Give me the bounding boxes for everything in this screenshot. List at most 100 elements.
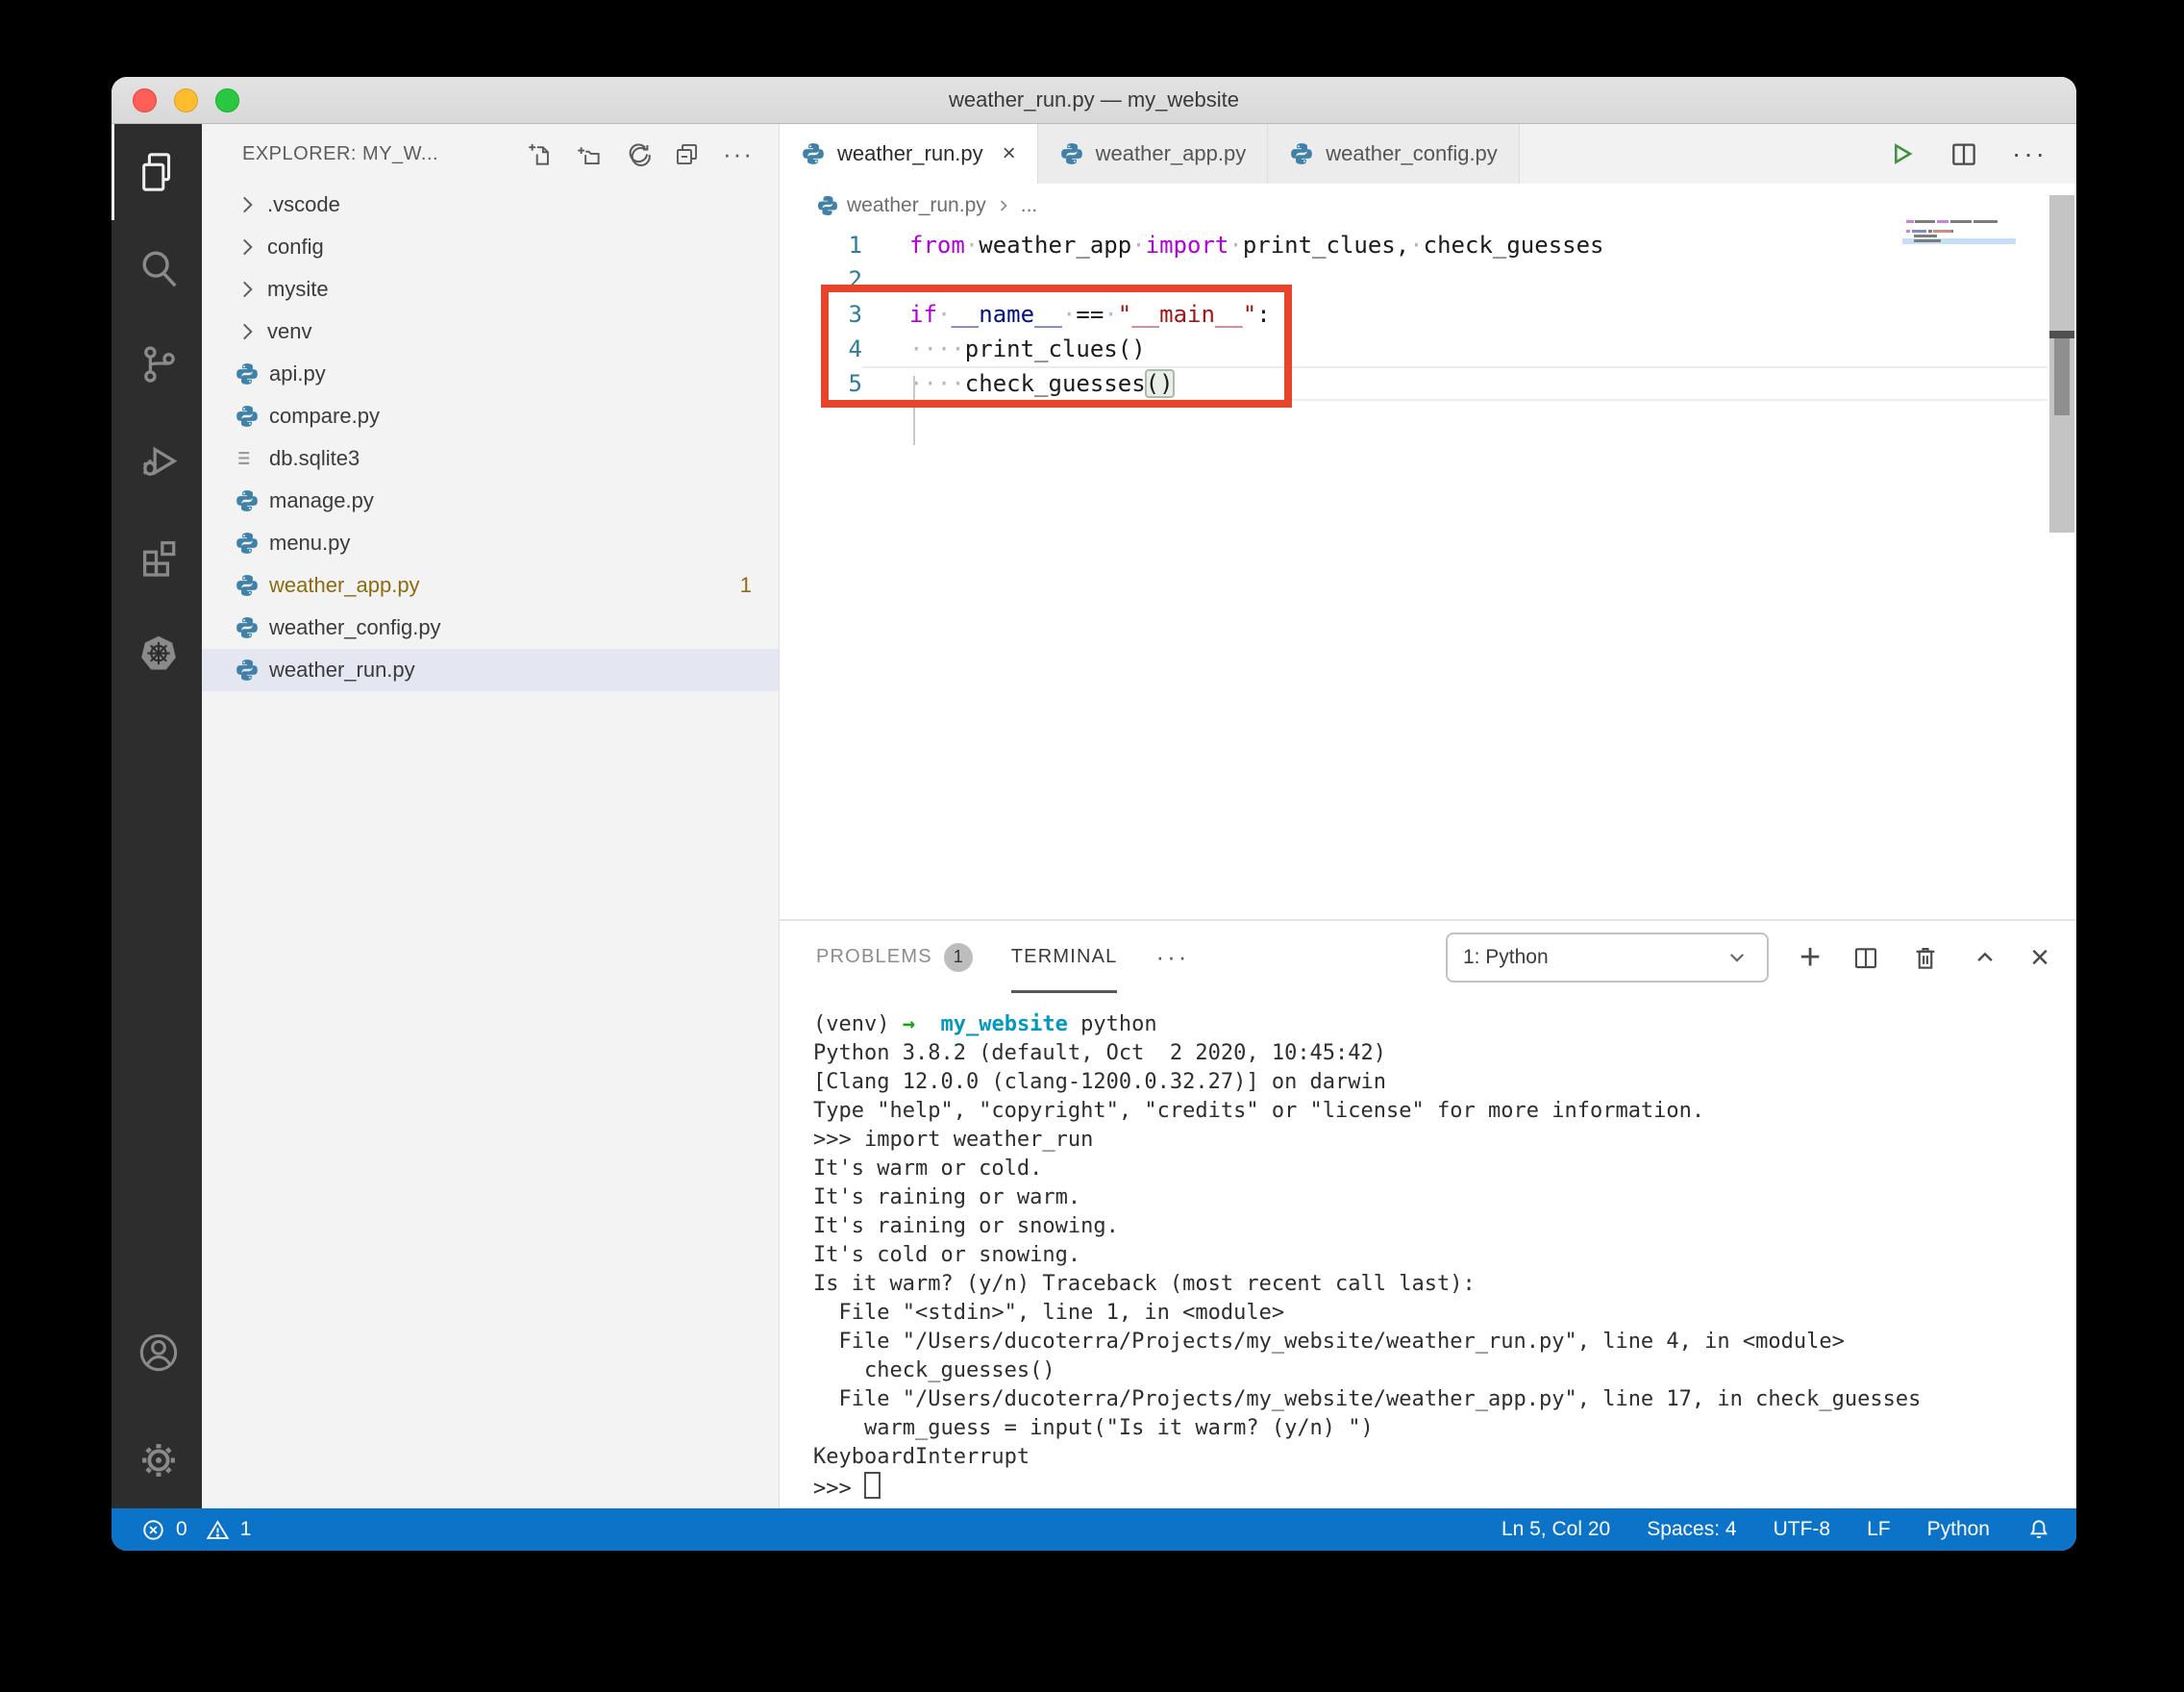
encoding[interactable]: UTF-8	[1774, 1518, 1831, 1541]
terminal-line: KeyboardInterrupt	[813, 1445, 1030, 1469]
terminal-line: It's raining or warm.	[813, 1185, 1081, 1209]
terminal-line: File "/Users/ducoterra/Projects/my_websi…	[813, 1330, 1845, 1354]
minimap-line	[1906, 220, 1998, 223]
new-terminal-icon[interactable]: +	[1799, 939, 1821, 976]
editor-more-icon[interactable]: ···	[2012, 138, 2048, 169]
close-panel-icon[interactable]: ×	[2030, 941, 2049, 974]
editor-pane: weather_run.py ... 1 from·weather_app·imp…	[780, 184, 2076, 919]
search-icon[interactable]	[112, 220, 202, 316]
tree-item-weather_config.py[interactable]: weather_config.py	[202, 607, 779, 649]
explorer-header: EXPLORER: MY_W... ···	[202, 124, 779, 184]
tree-item-label: .vscode	[267, 192, 340, 216]
tab-label: weather_config.py	[1326, 141, 1498, 165]
extensions-icon[interactable]	[112, 509, 202, 605]
tree-item-label: config	[267, 235, 324, 259]
tab-bar: weather_run.py × weather_app.py weather_c…	[780, 124, 2076, 184]
source-control-icon[interactable]	[112, 316, 202, 412]
terminal-cursor	[863, 1472, 881, 1499]
language-mode[interactable]: Python	[1927, 1518, 1990, 1541]
desktop-background: weather_run.py — my_website EXPLORER: MY…	[0, 0, 2184, 1692]
tab-weather_app.py[interactable]: weather_app.py	[1037, 124, 1269, 184]
status-bar: 0 1 Ln 5, Col 20 Spaces: 4 UTF-8 LF Pyth…	[112, 1508, 2076, 1551]
python-file-icon	[236, 575, 258, 596]
panel-more-icon[interactable]: ···	[1155, 942, 1189, 972]
tree-item-mysite[interactable]: mysite	[202, 268, 779, 311]
tree-item-label: compare.py	[269, 404, 380, 428]
problems-status[interactable]: 0 1	[140, 1517, 251, 1543]
tree-item-api.py[interactable]: api.py	[202, 353, 779, 395]
breadcrumb-file[interactable]: weather_run.py	[847, 194, 986, 217]
editor-scrollbar[interactable]	[2049, 195, 2074, 533]
tree-item-.vscode[interactable]: .vscode	[202, 184, 779, 226]
panel-header: PROBLEMS 1 TERMINAL ··· 1: Python + ×	[780, 921, 2076, 993]
minimize-window-button[interactable]	[174, 87, 198, 112]
tab-weather_run.py[interactable]: weather_run.py ×	[780, 124, 1038, 184]
kubernetes-icon[interactable]	[112, 605, 202, 701]
bottom-panel: PROBLEMS 1 TERMINAL ··· 1: Python + × (v…	[780, 919, 2076, 1508]
scrollbar-thumb[interactable]	[2054, 338, 2070, 415]
tree-item-label: menu.py	[269, 531, 351, 555]
new-folder-icon[interactable]	[576, 141, 602, 167]
run-python-file-icon[interactable]	[1885, 138, 1916, 169]
maximize-panel-icon[interactable]	[1971, 943, 1999, 972]
window-title: weather_run.py — my_website	[948, 87, 1240, 112]
terminal-output[interactable]: (venv) → my_website python Python 3.8.2 (…	[780, 993, 2076, 1508]
terminal-line: check_guesses()	[813, 1358, 1055, 1382]
account-icon[interactable]	[112, 1305, 202, 1401]
tab-terminal[interactable]: TERMINAL	[1010, 921, 1118, 993]
terminal-select[interactable]: 1: Python	[1445, 932, 1769, 983]
explorer-title: EXPLORER: MY_W...	[242, 142, 439, 164]
terminal-line: File "/Users/ducoterra/Projects/my_websi…	[813, 1387, 1922, 1411]
python-file-icon	[1291, 143, 1313, 164]
tab-weather_config.py[interactable]: weather_config.py	[1268, 124, 1520, 184]
folder-chevron-icon	[243, 238, 253, 256]
tree-item-weather_run.py[interactable]: weather_run.py	[202, 649, 779, 691]
tree-item-weather_app.py[interactable]: weather_app.py 1	[202, 564, 779, 607]
explorer-more-icon[interactable]: ···	[723, 141, 754, 166]
eol-sequence[interactable]: LF	[1867, 1518, 1891, 1541]
titlebar[interactable]: weather_run.py — my_website	[112, 77, 2076, 124]
split-editor-icon[interactable]	[1948, 138, 1979, 169]
tab-problems[interactable]: PROBLEMS 1	[816, 921, 973, 993]
python-file-icon	[1060, 143, 1082, 164]
python-file-icon	[236, 533, 258, 554]
problems-count-badge: 1	[943, 942, 973, 972]
tree-item-menu.py[interactable]: menu.py	[202, 522, 779, 564]
new-file-icon[interactable]	[527, 141, 553, 167]
warning-count: 1	[239, 1518, 252, 1540]
terminal-line: File "<stdin>", line 1, in <module>	[813, 1301, 1285, 1325]
error-count: 0	[176, 1518, 187, 1540]
scrollbar-marker	[2049, 331, 2074, 338]
indentation[interactable]: Spaces: 4	[1647, 1518, 1736, 1541]
collapse-folders-icon[interactable]	[674, 141, 700, 167]
tree-item-venv[interactable]: venv	[202, 311, 779, 353]
tree-item-config[interactable]: config	[202, 226, 779, 268]
close-window-button[interactable]	[133, 87, 157, 112]
tree-item-label: manage.py	[269, 488, 374, 512]
zoom-window-button[interactable]	[215, 87, 239, 112]
notifications-bell-icon[interactable]	[2026, 1517, 2051, 1542]
tree-item-manage.py[interactable]: manage.py	[202, 480, 779, 522]
status-right: Ln 5, Col 20 Spaces: 4 UTF-8 LF Python	[1502, 1517, 2051, 1542]
explorer-icon[interactable]	[112, 124, 202, 220]
tree-item-compare.py[interactable]: compare.py	[202, 395, 779, 437]
cursor-position[interactable]: Ln 5, Col 20	[1502, 1518, 1610, 1541]
settings-gear-icon[interactable]	[112, 1412, 202, 1508]
terminal-line: (venv) → my_website python	[813, 1012, 1157, 1036]
python-file-icon	[803, 143, 824, 164]
terminal-line: It's warm or cold.	[813, 1157, 1043, 1181]
refresh-icon[interactable]	[625, 141, 651, 167]
split-terminal-icon[interactable]	[1851, 943, 1880, 972]
run-debug-icon[interactable]	[112, 412, 202, 509]
tree-item-db.sqlite3[interactable]: db.sqlite3	[202, 437, 779, 480]
kill-terminal-trash-icon[interactable]	[1911, 943, 1940, 972]
code-line-1[interactable]: 1 from·weather_app·import·print_clues,·ch…	[780, 228, 2076, 262]
minimap[interactable]	[1902, 220, 2016, 259]
breadcrumb-symbol[interactable]: ...	[1021, 194, 1038, 217]
tree-item-label: weather_app.py	[269, 573, 420, 597]
terminal-line: It's raining or snowing.	[813, 1214, 1119, 1238]
window-controls	[133, 77, 239, 123]
close-tab-icon[interactable]: ×	[1003, 140, 1016, 167]
terminal-line: >>> import weather_run	[813, 1128, 1094, 1152]
terminal-line: [Clang 12.0.0 (clang-1200.0.32.27)] on d…	[813, 1070, 1387, 1094]
